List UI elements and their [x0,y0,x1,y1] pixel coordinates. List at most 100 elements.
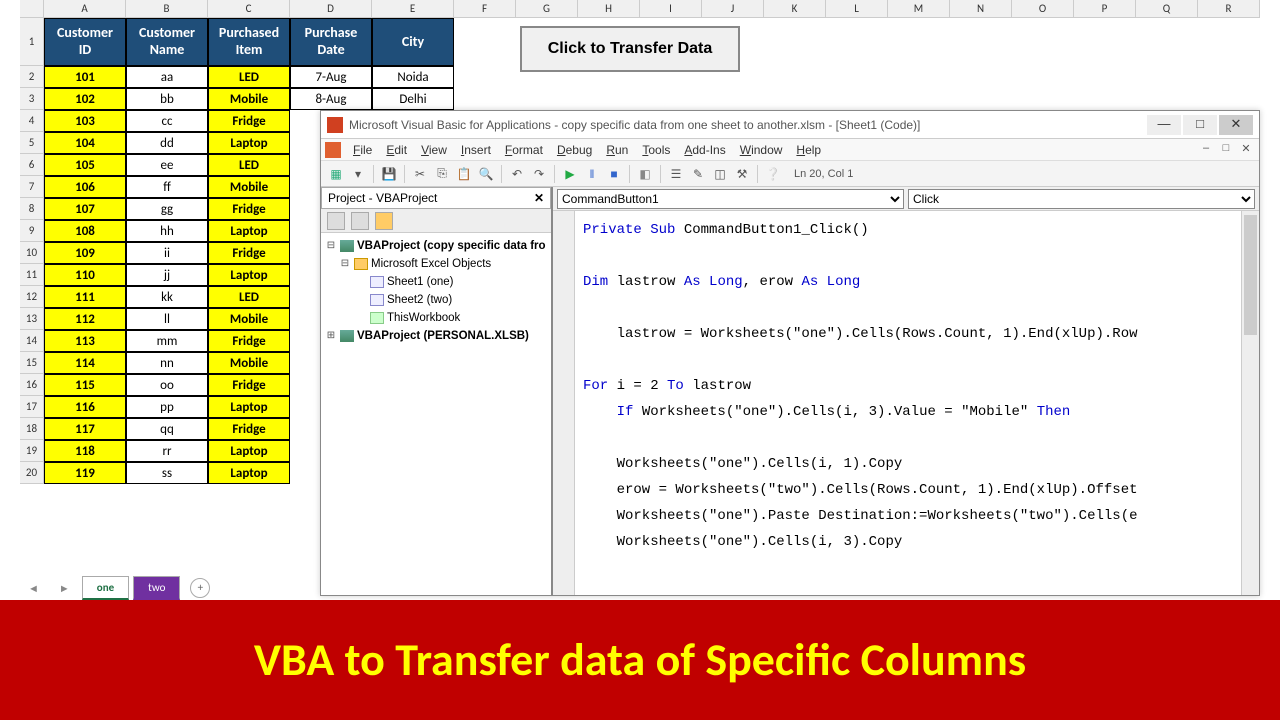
table-cell[interactable]: ii [126,242,208,264]
redo-icon[interactable]: ↷ [530,165,548,183]
table-cell[interactable]: 101 [44,66,126,88]
table-header[interactable]: CustomerName [126,18,208,66]
table-cell[interactable]: Laptop [208,462,290,484]
table-cell[interactable]: oo [126,374,208,396]
table-cell[interactable]: 106 [44,176,126,198]
row-header[interactable]: 20 [20,462,44,484]
break-icon[interactable]: ‖ [583,165,601,183]
cut-icon[interactable]: ✂ [411,165,429,183]
menu-insert[interactable]: Insert [455,141,497,159]
table-cell[interactable]: aa [126,66,208,88]
table-cell[interactable]: 118 [44,440,126,462]
sheet-nav-next-icon[interactable]: ► [51,582,78,595]
table-cell[interactable]: 110 [44,264,126,286]
row-header[interactable]: 8 [20,198,44,220]
row-header[interactable]: 7 [20,176,44,198]
row-header[interactable]: 15 [20,352,44,374]
design-mode-icon[interactable]: ◧ [636,165,654,183]
table-cell[interactable]: 7-Aug [290,66,372,88]
row-header[interactable]: 5 [20,132,44,154]
table-cell[interactable]: ss [126,462,208,484]
menu-format[interactable]: Format [499,141,549,159]
table-cell[interactable]: 105 [44,154,126,176]
vbe-titlebar[interactable]: Microsoft Visual Basic for Applications … [321,111,1259,139]
row-header[interactable]: 17 [20,396,44,418]
menu-window[interactable]: Window [734,141,789,159]
table-cell[interactable]: 109 [44,242,126,264]
row-header[interactable]: 14 [20,330,44,352]
project-explorer-icon[interactable]: ☰ [667,165,685,183]
col-header[interactable]: A [44,0,126,18]
table-cell[interactable]: 107 [44,198,126,220]
row-header[interactable]: 19 [20,440,44,462]
menu-edit[interactable]: Edit [380,141,413,159]
project-explorer-close-icon[interactable]: ✕ [534,191,544,205]
table-cell[interactable]: cc [126,110,208,132]
col-header[interactable]: D [290,0,372,18]
table-cell[interactable]: 112 [44,308,126,330]
table-cell[interactable]: Mobile [208,308,290,330]
table-cell[interactable]: Fridge [208,242,290,264]
row-header[interactable]: 10 [20,242,44,264]
row-header[interactable]: 18 [20,418,44,440]
view-excel-icon[interactable]: ▦ [327,165,345,183]
minimize-button[interactable]: — [1147,115,1181,135]
table-cell[interactable]: Laptop [208,264,290,286]
col-header[interactable]: B [126,0,208,18]
table-cell[interactable]: 117 [44,418,126,440]
close-button[interactable]: ✕ [1219,115,1253,135]
table-cell[interactable]: nn [126,352,208,374]
toggle-folders-icon[interactable] [375,212,393,230]
table-cell[interactable]: gg [126,198,208,220]
menu-add-ins[interactable]: Add-Ins [678,141,731,159]
table-cell[interactable]: 115 [44,374,126,396]
table-cell[interactable]: Mobile [208,176,290,198]
transfer-button[interactable]: Click to Transfer Data [520,26,740,72]
col-header[interactable]: N [950,0,1012,18]
toolbox-icon[interactable]: ⚒ [733,165,751,183]
col-header[interactable]: J [702,0,764,18]
help-icon[interactable]: ❔ [764,165,782,183]
code-scrollbar[interactable] [1241,211,1259,595]
code-editor[interactable]: Private Sub CommandButton1_Click() Dim l… [575,211,1241,595]
procedure-dropdown[interactable]: Click [908,189,1255,209]
col-header[interactable]: G [516,0,578,18]
col-header[interactable]: O [1012,0,1074,18]
menu-view[interactable]: View [415,141,453,159]
table-cell[interactable]: 8-Aug [290,88,372,110]
table-cell[interactable]: Laptop [208,440,290,462]
table-cell[interactable]: 114 [44,352,126,374]
col-header[interactable]: E [372,0,454,18]
table-cell[interactable]: Noida [372,66,454,88]
row-header[interactable]: 4 [20,110,44,132]
table-header[interactable]: PurchasedItem [208,18,290,66]
row-header[interactable]: 16 [20,374,44,396]
doc-min-button[interactable]: – [1197,142,1215,158]
table-cell[interactable]: ff [126,176,208,198]
save-icon[interactable]: 💾 [380,165,398,183]
col-header[interactable]: R [1198,0,1260,18]
table-cell[interactable]: 104 [44,132,126,154]
col-header[interactable]: C [208,0,290,18]
col-header[interactable]: H [578,0,640,18]
undo-icon[interactable]: ↶ [508,165,526,183]
table-cell[interactable]: Delhi [372,88,454,110]
object-dropdown[interactable]: CommandButton1 [557,189,904,209]
add-sheet-button[interactable]: + [190,578,210,598]
table-cell[interactable]: 111 [44,286,126,308]
table-cell[interactable]: LED [208,286,290,308]
row-header[interactable]: 9 [20,220,44,242]
find-icon[interactable]: 🔍 [477,165,495,183]
row-header[interactable]: 2 [20,66,44,88]
table-cell[interactable]: Fridge [208,374,290,396]
table-cell[interactable]: mm [126,330,208,352]
project-tree[interactable]: ⊟VBAProject (copy specific data fro ⊟Mic… [321,233,551,595]
table-cell[interactable]: Fridge [208,198,290,220]
paste-icon[interactable]: 📋 [455,165,473,183]
table-cell[interactable]: 119 [44,462,126,484]
row-header[interactable]: 11 [20,264,44,286]
col-header[interactable]: F [454,0,516,18]
sheet-nav-prev-icon[interactable]: ◄ [20,582,47,595]
sheet-tab-two[interactable]: two [133,576,180,600]
col-header[interactable]: Q [1136,0,1198,18]
